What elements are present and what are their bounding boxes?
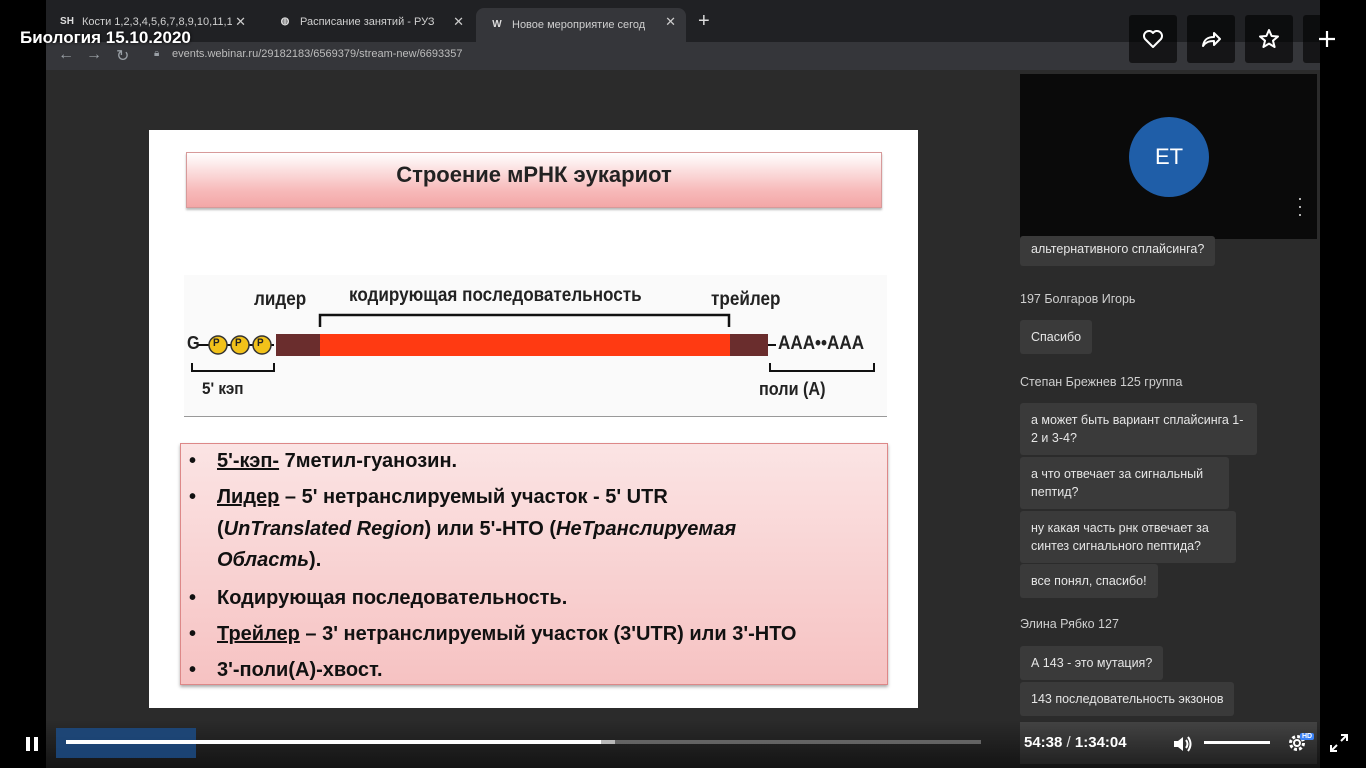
chat-message: а может быть вариант сплайсинга 1-2 и 3-…: [1020, 403, 1257, 455]
bullet-item: • Кодирующая последовательность.: [189, 587, 568, 609]
globe-icon: ◍: [280, 16, 290, 27]
mrna-diagram: лидер кодирующая последовательность трей…: [184, 275, 887, 417]
hd-badge: HD: [1300, 733, 1315, 740]
close-icon: ✕: [665, 14, 676, 29]
chat-message: все понял, спасибо!: [1020, 564, 1158, 598]
time-separator: /: [1062, 734, 1075, 751]
phosphate-label: P: [213, 337, 220, 349]
url-text: events.webinar.ru/29182183/6569379/strea…: [172, 48, 463, 60]
new-tab-icon: +: [698, 10, 710, 32]
phosphate-label: P: [257, 337, 264, 349]
time-display: 54:38 / 1:34:04: [1024, 734, 1127, 751]
poly-a-label: поли (A): [759, 379, 826, 399]
volume-slider[interactable]: [1204, 741, 1270, 744]
chat-message: а что отвечает за сигнальный пептид?: [1020, 457, 1229, 509]
cap-label: 5' кэп: [202, 379, 244, 398]
share-button[interactable]: [1187, 15, 1235, 63]
captured-screen: SH Кости 1,2,3,4,5,6,7,8,9,10,11,12 ст ✕…: [46, 0, 1320, 768]
bullet-item: • 5'-кэп- 7метил-гуанозин.: [189, 450, 458, 472]
tab-favicon: SH: [60, 16, 74, 27]
participant-tile[interactable]: ET · · ·: [1020, 74, 1317, 239]
bullet-item: • Лидер – 5' нетранслируемый участок - 5'…: [189, 486, 668, 508]
pause-icon: [26, 737, 38, 751]
chat-author: Элина Рябко 127: [1020, 617, 1119, 631]
volume-icon: [1174, 736, 1192, 752]
tab-label: Кости 1,2,3,4,5,6,7,8,9,10,11,12 ст: [82, 16, 232, 28]
poly-a-sequence: AAA••AAA: [778, 333, 865, 354]
tab-label: Новое мероприятие сегод: [512, 19, 646, 31]
presentation-slide: Строение мРНК эукариот лидер кодирующая …: [149, 130, 918, 708]
bullet-item: • Трейлер – 3' нетранслируемый участок (3…: [189, 623, 797, 645]
current-time: 54:38: [1024, 734, 1063, 751]
video-title: Биология 15.10.2020: [20, 28, 191, 47]
phosphate-label: P: [235, 337, 242, 349]
tab-favicon: W: [492, 19, 502, 30]
lock-icon: 🔒︎: [154, 48, 160, 59]
chat-message: А 143 - это мутация?: [1020, 646, 1164, 680]
fullscreen-icon: [1330, 734, 1348, 752]
like-button[interactable]: [1129, 15, 1177, 63]
seek-bar[interactable]: [66, 740, 981, 744]
pause-button[interactable]: [20, 732, 44, 756]
close-icon: ✕: [453, 14, 464, 29]
forward-icon: →: [86, 46, 102, 63]
close-icon: ✕: [235, 14, 246, 29]
plus-icon: [1319, 31, 1335, 47]
back-icon: ←: [58, 46, 74, 63]
slide-title: Строение мРНК эукариот: [186, 152, 882, 208]
more-options-icon[interactable]: · · ·: [1297, 189, 1303, 223]
chat-message: 143 последовательность экзонов: [1020, 682, 1235, 716]
favorite-button[interactable]: [1245, 15, 1293, 63]
share-icon: [1202, 32, 1221, 47]
g-label: G: [187, 333, 200, 353]
star-icon: [1259, 29, 1279, 48]
divider: [184, 416, 887, 417]
settings-button[interactable]: HD: [1285, 731, 1315, 757]
bullet-item-continued: (UnTranslated Region) или 5'-НТО (НеТран…: [217, 518, 737, 540]
volume-button[interactable]: [1170, 732, 1194, 756]
chat-author: Степан Брежнев 125 группа: [1020, 375, 1183, 389]
bullet-item-continued: Область).: [217, 549, 322, 571]
add-button[interactable]: [1303, 15, 1351, 63]
reload-icon: ↻: [116, 48, 130, 65]
chat-message: ну какая часть рнк отвечает за синтез си…: [1020, 511, 1236, 563]
chat-message: Спасибо: [1020, 320, 1093, 354]
browser-tab-active: W Новое мероприятие сегод ✕: [476, 8, 686, 42]
chat-message: альтернативного сплайсинга?: [1020, 236, 1216, 266]
browser-tab: ◍ Расписание занятий - РУЗ ✕: [264, 8, 474, 36]
progress-fill: [66, 740, 602, 744]
player-control-bar: [0, 720, 1366, 768]
fullscreen-button[interactable]: [1327, 731, 1351, 755]
bullet-list: • 5'-кэп- 7метил-гуанозин. • Лидер – 5' не…: [180, 443, 888, 685]
duration: 1:34:04: [1074, 734, 1127, 751]
avatar: ET: [1129, 117, 1209, 197]
chat-author: 197 Болгаров Игорь: [1020, 292, 1136, 306]
heart-icon: [1143, 30, 1163, 48]
bullet-item: • 3'-поли(А)-хвост.: [189, 659, 383, 681]
tab-label: Расписание занятий - РУЗ: [300, 16, 435, 28]
chat-panel: альтернативного сплайсинга? 197 Болгаров…: [1020, 236, 1317, 718]
